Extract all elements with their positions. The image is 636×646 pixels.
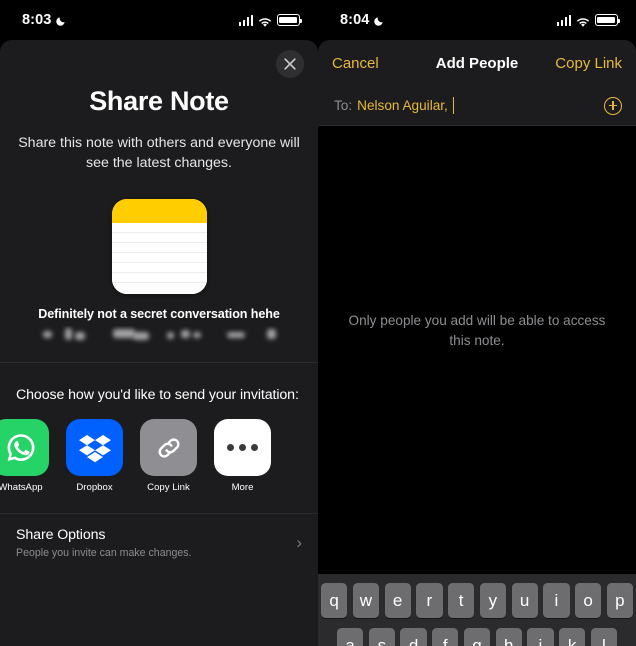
add-contact-plus-icon[interactable] [604, 96, 622, 115]
share-target-label: Copy Link [147, 482, 190, 493]
key-h[interactable]: h [495, 628, 522, 646]
close-icon[interactable] [276, 50, 304, 78]
status-left-group: 8:04 [340, 12, 385, 28]
share-options-title: Share Options [16, 527, 106, 543]
key-d[interactable]: d [400, 628, 427, 646]
share-target-label: WhatsApp [0, 482, 43, 493]
note-preview-redacted [25, 326, 293, 344]
key-o[interactable]: o [575, 583, 602, 618]
key-i[interactable]: i [543, 583, 570, 618]
note-thumbnail-lines [111, 223, 207, 294]
link-icon [140, 419, 197, 476]
battery-icon [595, 14, 621, 26]
key-y[interactable]: y [479, 583, 506, 618]
status-bar-left: 8:03 [0, 0, 318, 40]
status-time: 8:04 [340, 12, 370, 28]
note-thumbnail-icon [111, 199, 207, 294]
whatsapp-icon [0, 419, 49, 476]
note-thumbnail-header [111, 199, 207, 223]
share-options-row[interactable]: Share Options People you invite can make… [0, 513, 318, 559]
page-title: Share Note [89, 86, 229, 116]
more-dots-icon [214, 419, 271, 476]
share-description: Share this note with others and everyone… [18, 135, 300, 171]
key-l[interactable]: l [590, 628, 617, 646]
chevron-right-icon: › [296, 533, 302, 552]
cancel-button[interactable]: Cancel [332, 55, 379, 72]
dual-screenshot-container: 8:03 Share Note Share this note with oth… [0, 0, 636, 646]
share-target-more[interactable]: More [214, 419, 271, 493]
cellular-bars-icon [238, 14, 253, 26]
key-g[interactable]: g [463, 628, 491, 646]
share-sheet: Share Note Share this note with others a… [0, 40, 318, 646]
invite-prompt: Choose how you'd like to send your invit… [16, 387, 299, 403]
share-target-label: More [231, 482, 254, 493]
key-w[interactable]: w [352, 583, 379, 618]
status-left-group: 8:03 [22, 12, 67, 28]
key-q[interactable]: q [321, 583, 348, 618]
battery-icon [277, 14, 303, 26]
share-options-text: Share Options People you invite can make… [16, 527, 192, 559]
status-time: 8:03 [22, 12, 52, 28]
access-info-text: Only people you add will be able to acce… [348, 313, 606, 348]
note-title: Definitely not a secret conversation heh… [38, 307, 280, 321]
recipients-field[interactable]: To: Nelson Aguilar, [318, 86, 636, 126]
section-divider [0, 362, 318, 363]
navigation-bar: Cancel Add People Copy Link [318, 40, 636, 86]
key-p[interactable]: p [606, 583, 633, 618]
keyboard-row-2: a s d f g h j k l [321, 628, 633, 646]
status-right-group [238, 14, 303, 27]
share-target-whatsapp[interactable]: WhatsApp [0, 419, 49, 493]
status-right-group [556, 14, 621, 27]
recipient-token[interactable]: Nelson Aguilar, [357, 98, 448, 113]
key-f[interactable]: f [432, 628, 459, 646]
text-cursor [452, 97, 455, 114]
share-targets-row: WhatsApp Dropbox Copy Link More [0, 419, 318, 493]
key-t[interactable]: t [448, 583, 475, 618]
dropbox-icon [66, 419, 123, 476]
share-target-dropbox[interactable]: Dropbox [66, 419, 123, 493]
keyboard-row-1: q w e r t y u i o p [321, 583, 633, 618]
key-j[interactable]: j [527, 628, 554, 646]
cellular-bars-icon [556, 14, 571, 26]
add-people-body: Only people you add will be able to acce… [318, 126, 636, 646]
share-target-copy-link[interactable]: Copy Link [140, 419, 197, 493]
wifi-icon [258, 15, 272, 27]
more-dots-glyph [227, 444, 258, 451]
moon-icon [374, 15, 385, 26]
to-label: To: [334, 98, 353, 113]
share-options-subtitle: People you invite can make changes. [16, 547, 192, 559]
key-s[interactable]: s [368, 628, 395, 646]
on-screen-keyboard: q w e r t y u i o p a s d f g h j k l [318, 574, 636, 646]
key-r[interactable]: r [416, 583, 443, 618]
key-a[interactable]: a [337, 628, 364, 646]
share-note-screen: 8:03 Share Note Share this note with oth… [0, 0, 318, 646]
share-target-label: Dropbox [76, 482, 113, 493]
key-k[interactable]: k [559, 628, 586, 646]
key-u[interactable]: u [511, 583, 538, 618]
add-people-screen: 8:04 Cancel Add People Copy Link To: Nel… [318, 0, 636, 646]
status-bar-right: 8:04 [318, 0, 636, 40]
key-e[interactable]: e [384, 583, 411, 618]
copy-link-button[interactable]: Copy Link [555, 55, 622, 72]
wifi-icon [576, 15, 590, 27]
moon-icon [56, 15, 67, 26]
